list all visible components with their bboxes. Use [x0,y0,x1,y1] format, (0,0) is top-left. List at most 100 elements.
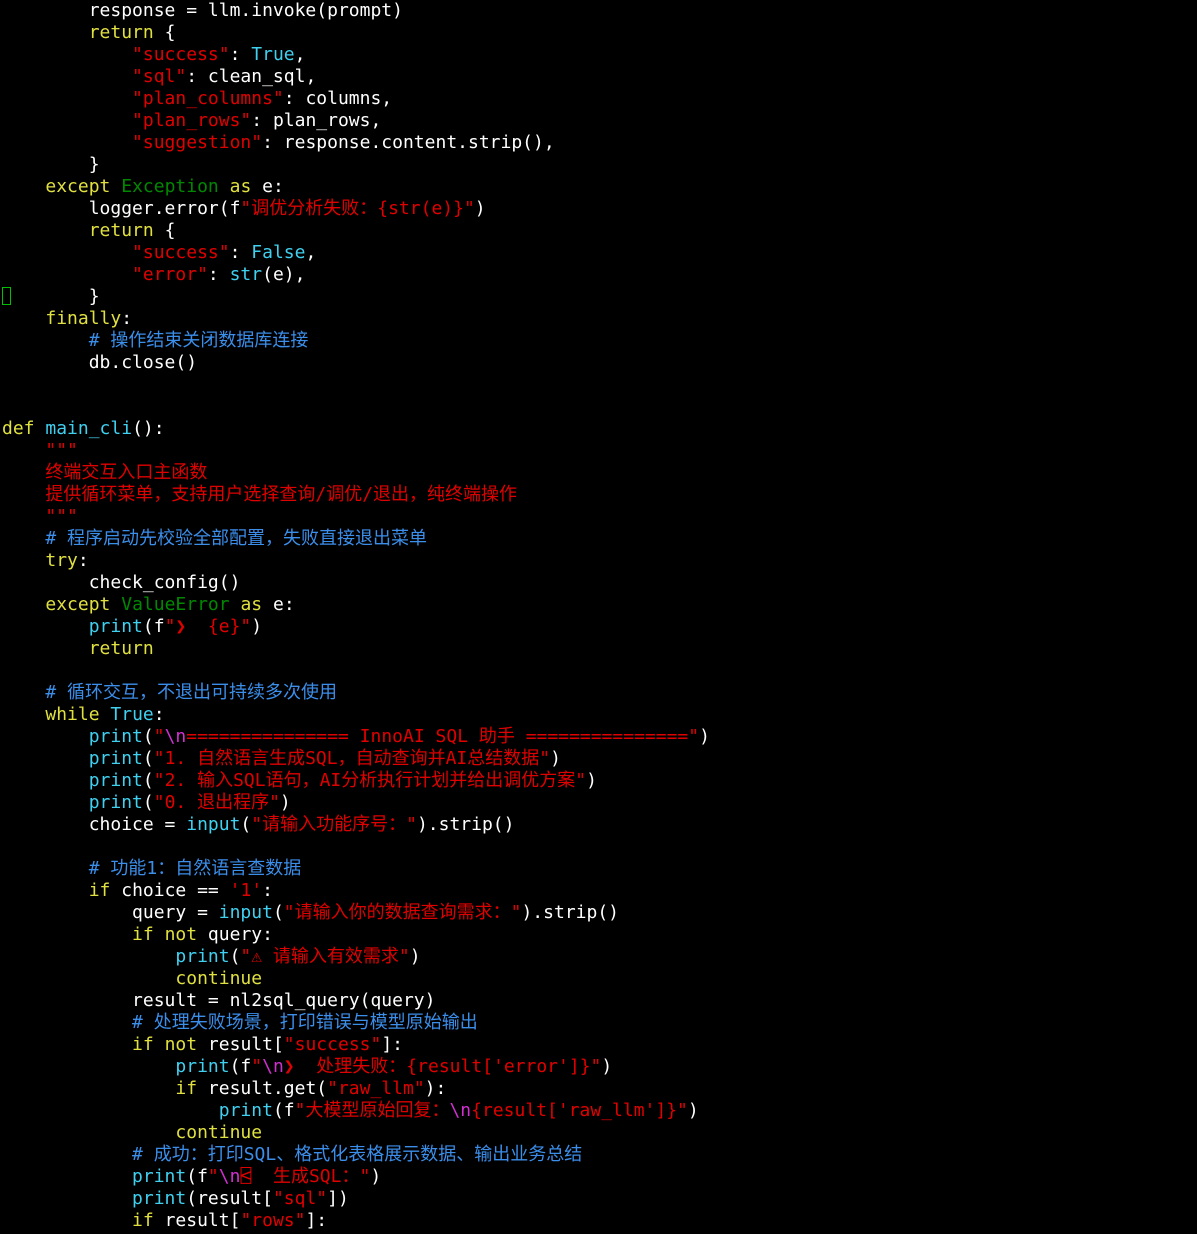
code-line: print("\n=============== InnoAI SQL 助手 =… [2,726,1197,748]
code-token-default: ( [229,946,241,967]
code-token-comment: # 循环交互，不退出可持续多次使用 [45,682,338,703]
code-token-default: : [262,880,273,901]
code-token-default: : [229,242,252,263]
code-token-default: : plan_rows, [251,110,382,131]
code-line: print("1. 自然语言生成SQL，自动查询并AI总结数据") [2,748,1197,770]
code-line: print("2. 输入SQL语句，AI分析执行计划并给出调优方案") [2,770,1197,792]
code-token-default [2,264,132,285]
code-token-default: : columns, [283,88,393,109]
code-line: "error": str(e), [2,264,1197,286]
code-token-string: 提供循环菜单，支持用户选择查询/调优/退出，纯终端操作 [45,484,518,505]
code-token-default [2,880,89,901]
code-token-default [2,1188,132,1209]
code-token-keyword: if [132,1034,154,1055]
code-line: # 程序启动先校验全部配置，失败直接退出菜单 [2,528,1197,550]
code-token-escape: \n [218,1166,241,1187]
code-line: # 功能1：自然语言查数据 [2,858,1197,880]
code-token-string: " [207,1166,219,1187]
code-token-default: ]) [327,1188,349,1209]
code-token-keyword: as [229,176,252,197]
code-token-default: e: [262,594,295,615]
code-line: query = input("请输入你的数据查询需求：").strip() [2,902,1197,924]
code-line: while True: [2,704,1197,726]
code-token-default [2,968,175,989]
code-line: check_config() [2,572,1197,594]
code-token-default [2,1034,132,1055]
code-editor[interactable]: response = llm.invoke(prompt) return { "… [2,0,1197,1234]
code-token-string: "大模型原始回复： [294,1100,450,1121]
code-token-default: ]: [305,1210,328,1231]
code-token-string: "sql" [272,1188,328,1209]
code-token-string: =============== InnoAI SQL 助手 ==========… [186,726,700,747]
code-token-default: db.close() [2,352,198,373]
code-token-default [2,1210,132,1231]
code-token-default [230,594,241,615]
code-token-default: } [2,286,100,307]
code-token-default: logger.error(f [2,198,241,219]
code-token-default [2,132,132,153]
code-token-string: "success" [132,242,230,263]
code-token-default [2,594,45,615]
code-token-default [2,1056,175,1077]
code-token-default [2,66,132,87]
code-token-default: ) [550,748,561,769]
code-token-keyword: return [88,22,154,43]
code-token-default: ( [142,726,154,747]
code-token-keyword: continue [175,968,263,989]
code-token-keyword: finally [45,308,122,329]
code-token-string: """ [45,440,78,461]
code-token-default: (result[ [186,1188,273,1209]
code-token-builtin: print [218,1100,273,1121]
code-token-default: choice = [2,814,187,835]
code-token-default [2,330,89,351]
code-token-default [35,418,46,439]
code-line: if result["rows"]: [2,1210,1197,1232]
code-token-default [2,1166,132,1187]
code-line: choice = input("请输入功能序号：").strip() [2,814,1197,836]
code-line: if result.get("raw_llm"): [2,1078,1197,1100]
code-token-default: ) [601,1056,613,1077]
code-token-string: " [251,1056,263,1077]
code-token-default [2,88,132,109]
code-line: return { [2,22,1197,44]
code-token-keyword: if [132,1210,154,1231]
code-line: "sql": clean_sql, [2,66,1197,88]
code-line: def main_cli(): [2,418,1197,440]
code-token-default: { [153,220,176,241]
code-line: if not result["success"]: [2,1034,1197,1056]
code-token-default [2,616,89,637]
code-token-default [100,704,111,725]
code-token-string: "error" [132,264,208,285]
code-token-default [219,176,230,197]
code-token-default: ) [251,616,263,637]
code-token-builtin: main_cli [45,418,133,439]
code-token-comment: # 程序启动先校验全部配置，失败直接退出菜单 [45,528,428,549]
code-token-keyword: if [132,924,154,945]
code-token-default: ) [370,1166,382,1187]
code-line: # 处理失败场景，打印错误与模型原始输出 [2,1012,1197,1034]
code-token-default [2,726,89,747]
code-line: continue [2,968,1197,990]
code-line: "suggestion": response.content.strip(), [2,132,1197,154]
code-line: if choice == '1': [2,880,1197,902]
code-token-keyword: while [45,704,100,725]
code-token-default: : [121,308,133,329]
code-token-default: { [153,22,176,43]
code-token-string: "rows" [240,1210,306,1231]
code-line: print("0. 退出程序") [2,792,1197,814]
code-token-keyword: if [88,880,111,901]
code-token-default: ( [142,748,154,769]
code-token-string: "raw_llm" [327,1078,425,1099]
code-token-default: (f [186,1166,208,1187]
code-token-default [2,242,132,263]
code-token-default: ) [279,792,291,813]
code-token-default [2,22,89,43]
code-token-default: : [77,550,89,571]
code-line: try: [2,550,1197,572]
code-token-string: ❯ 处理失败：{result['error']}" [283,1056,602,1077]
code-token-default [2,220,89,241]
code-token-default: ) [409,946,421,967]
code-line: db.close() [2,352,1197,374]
code-token-default: query = [2,902,219,923]
